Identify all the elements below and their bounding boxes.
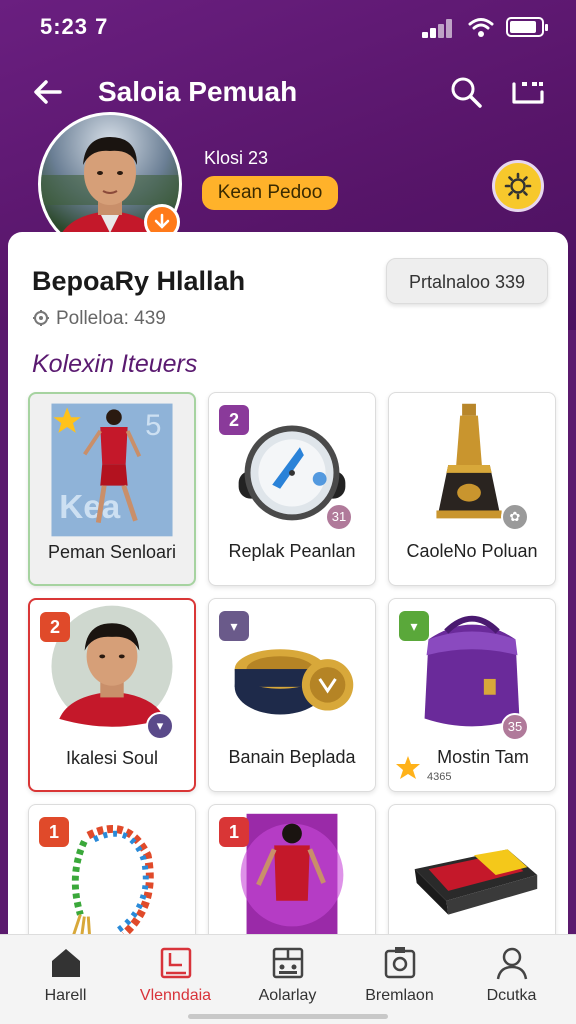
section-title: Kolexin Iteuers: [32, 350, 198, 378]
svg-text:5: 5: [145, 409, 161, 442]
collection-card[interactable]: 2 ▾ Ikalesi Soul: [28, 598, 196, 792]
nav-label: Bremlaon: [365, 987, 434, 1004]
nav-label: Vlenndaia: [139, 987, 212, 1004]
back-arrow-icon[interactable]: [28, 74, 68, 110]
status-icons: [422, 14, 552, 40]
bottom-nav: Harell Vlenndaia Aolarlay Bremlaon Dcutk…: [0, 934, 576, 1024]
rank-badge[interactable]: Kean Pedoo: [202, 176, 338, 210]
nav-item-gallery[interactable]: Aolarlay: [230, 935, 345, 1024]
wifi-icon: [468, 18, 494, 37]
profile-icon: [496, 947, 528, 980]
nav-label: Dcutka: [486, 987, 537, 1004]
points-text: Polleloa: 439: [32, 308, 166, 330]
svg-text:Kea: Kea: [59, 489, 120, 526]
player-card-image: Kea 5: [51, 403, 173, 537]
home-icon: [52, 949, 80, 977]
card-label: Ikalesi Soul: [65, 748, 159, 768]
points-button[interactable]: Prtalnaloo 339: [386, 258, 548, 304]
card-label: Peman Senloari: [47, 542, 177, 562]
settings-button[interactable]: [492, 160, 544, 212]
card-sub-count: 4365: [427, 771, 452, 783]
card-number-badge: 2: [40, 612, 70, 642]
trophy-image: [436, 403, 502, 519]
collection-card[interactable]: ✿ CaoleNo Poluan: [388, 392, 556, 586]
status-bar: 5:23 7: [0, 0, 576, 52]
card-label: CaoleNo Poluan: [406, 541, 538, 561]
nav-item-bookmark[interactable]: Vlenndaia: [118, 935, 233, 1024]
card-count-badge: 35: [501, 713, 529, 741]
collection-card[interactable]: ▾ 35 Mostin Tam 4365: [388, 598, 556, 792]
search-icon[interactable]: [448, 74, 484, 110]
card-label: Banain Beplada: [228, 747, 356, 767]
card-flower-badge: ✿: [501, 503, 529, 531]
nav-item-camera[interactable]: Bremlaon: [342, 935, 457, 1024]
page-title: Saloia Pemuah: [98, 76, 298, 107]
nav-item-home[interactable]: Harell: [8, 935, 123, 1024]
card-number-badge: 1: [219, 817, 249, 847]
gear-icon: [504, 172, 532, 200]
signal-icon: [422, 18, 456, 38]
nav-label: Aolarlay: [258, 987, 317, 1004]
level-text: Klosi 23: [204, 148, 269, 168]
bookmark-icon: [160, 947, 192, 979]
app-header: Saloia Pemuah: [0, 60, 576, 124]
card-number-badge: 2: [219, 405, 249, 435]
card-label: Replak Peanlan: [228, 541, 356, 561]
nav-label: Harell: [44, 987, 87, 1004]
gallery-icon: [272, 947, 304, 979]
battery-icon: [506, 17, 548, 37]
profile-panel: BepoaRy Hlallah Polleloa: 439 Prtalnaloo…: [8, 232, 568, 998]
points-label: Polleloa: 439: [56, 308, 166, 329]
collection-card[interactable]: 2 31 Replak Peanlan: [208, 392, 376, 586]
coin-icon: [33, 310, 49, 326]
card-icon-badge: ▾: [399, 611, 429, 641]
wallet-image: [414, 849, 538, 915]
card-label: Mostin Tam: [437, 747, 529, 767]
card-number-badge: 1: [39, 817, 69, 847]
home-indicator[interactable]: [188, 1014, 388, 1019]
nav-item-profile[interactable]: Dcutka: [454, 935, 569, 1024]
status-time: 5:23 7: [40, 14, 109, 39]
card-count-badge: 31: [325, 503, 353, 531]
collection-card[interactable]: Kea 5 Peman Senloari: [28, 392, 196, 586]
menu-icon[interactable]: [508, 74, 548, 110]
card-icon-badge: ▾: [219, 611, 249, 641]
camera-icon: [384, 947, 416, 979]
card-arrow-badge: ▾: [146, 712, 174, 740]
collection-card[interactable]: ▾ Banain Beplada: [208, 598, 376, 792]
user-name: BepoaRy Hlallah: [32, 266, 246, 296]
